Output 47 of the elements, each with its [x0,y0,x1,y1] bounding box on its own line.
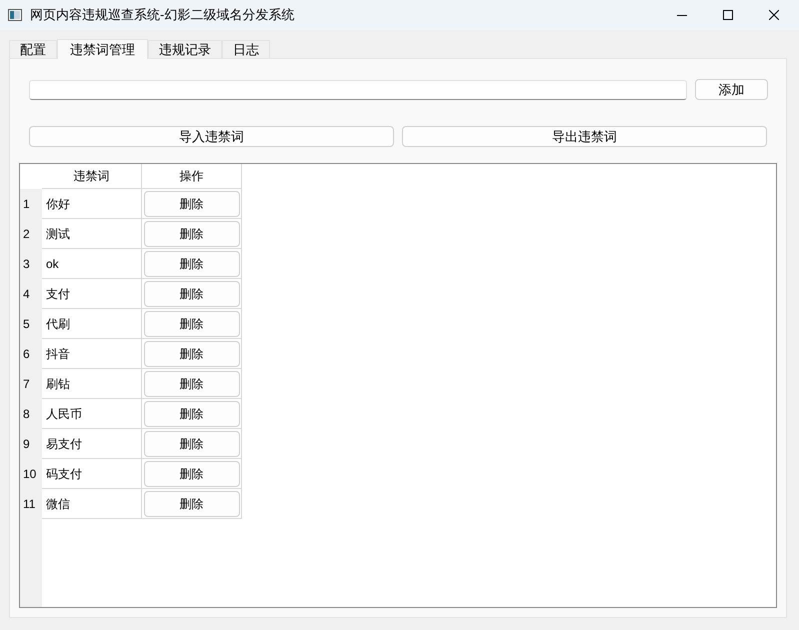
table-cell: 支付 [42,279,142,309]
row-number: 4 [20,279,42,309]
row-number: 1 [20,189,42,219]
row-number: 8 [20,399,42,429]
app-icon [8,9,22,21]
column-header: 违禁词 [42,164,142,189]
delete-button[interactable]: 删除 [144,250,240,276]
delete-button[interactable]: 删除 [144,220,240,246]
table-cell: 抖音 [42,339,142,369]
close-icon[interactable] [769,10,779,20]
row-number: 9 [20,429,42,459]
table-cell: ok [42,249,142,279]
table-cell: 代刷 [42,309,142,339]
maximize-icon[interactable] [723,10,733,20]
row-number: 5 [20,309,42,339]
row-number: 6 [20,339,42,369]
row-number: 10 [20,459,42,489]
table-cell: 测试 [42,219,142,249]
row-number: 11 [20,489,42,519]
table-cell: 你好 [42,189,142,219]
table-cell: 码支付 [42,459,142,489]
table-cell: 刷钻 [42,369,142,399]
table-cell: 易支付 [42,429,142,459]
delete-button[interactable]: 删除 [144,400,240,426]
tab[interactable]: 日志 [222,40,270,58]
tab[interactable]: 违规记录 [148,40,222,58]
row-number: 7 [20,369,42,399]
delete-button[interactable]: 删除 [144,490,240,516]
tab[interactable]: 配置 [9,40,57,58]
window-title: 网页内容违规巡查系统-幻影二级域名分发系统 [30,6,294,24]
export-button[interactable]: 导出违禁词 [402,126,767,147]
row-number: 3 [20,249,42,279]
delete-button[interactable]: 删除 [144,430,240,456]
row-number: 2 [20,219,42,249]
delete-button[interactable]: 删除 [144,280,240,306]
delete-button[interactable]: 删除 [144,340,240,366]
delete-button[interactable]: 删除 [144,460,240,486]
word-input-field[interactable] [29,80,687,100]
column-header: 操作 [142,164,242,189]
table-cell: 人民币 [42,399,142,429]
import-button[interactable]: 导入违禁词 [29,126,394,147]
delete-button[interactable]: 删除 [144,370,240,396]
delete-button[interactable]: 删除 [144,310,240,336]
delete-button[interactable]: 删除 [144,190,240,216]
tab[interactable]: 违禁词管理 [57,39,148,59]
add-button[interactable]: 添加 [695,79,768,100]
table-cell: 微信 [42,489,142,519]
